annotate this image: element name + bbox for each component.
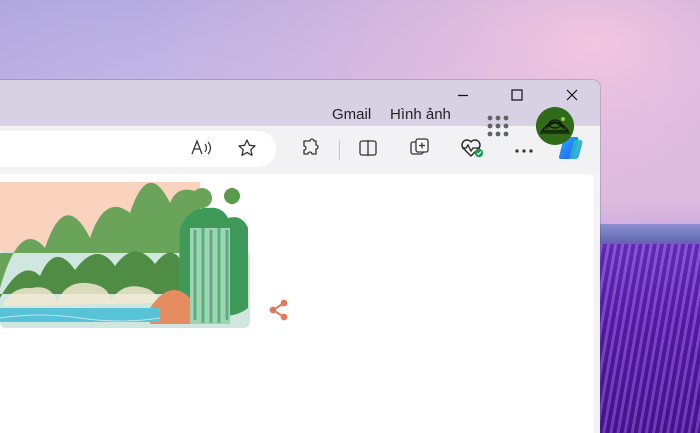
read-aloud-icon bbox=[190, 138, 212, 163]
google-apps-button[interactable] bbox=[484, 112, 512, 140]
account-avatar[interactable] bbox=[536, 107, 574, 145]
doodle-share-button[interactable] bbox=[266, 297, 292, 323]
google-doodle[interactable] bbox=[0, 168, 250, 328]
minimize-icon bbox=[457, 88, 469, 106]
gmail-link[interactable]: Gmail bbox=[332, 106, 371, 123]
extensions-button[interactable] bbox=[294, 134, 326, 166]
read-aloud-button[interactable] bbox=[185, 134, 217, 166]
extensions-icon bbox=[300, 137, 320, 163]
toolbar-separator bbox=[339, 140, 340, 160]
wallpaper-lavender-field bbox=[600, 244, 700, 433]
avatar-emblem-icon bbox=[536, 107, 574, 145]
collections-button[interactable] bbox=[404, 134, 436, 166]
more-button[interactable] bbox=[508, 134, 540, 166]
maximize-icon bbox=[511, 88, 523, 106]
close-icon bbox=[566, 88, 578, 106]
collections-icon bbox=[409, 137, 431, 164]
browser-essentials-icon bbox=[459, 137, 485, 164]
split-screen-button[interactable] bbox=[352, 134, 384, 166]
favorite-star-icon bbox=[237, 138, 257, 163]
apps-grid-icon bbox=[484, 115, 512, 144]
share-icon bbox=[266, 299, 292, 327]
split-screen-icon bbox=[358, 138, 378, 163]
more-icon bbox=[514, 141, 534, 159]
maximize-button[interactable] bbox=[490, 80, 544, 114]
images-link[interactable]: Hình ảnh bbox=[390, 106, 451, 123]
wallpaper-horizon bbox=[600, 224, 700, 246]
favorite-button[interactable] bbox=[231, 134, 263, 166]
